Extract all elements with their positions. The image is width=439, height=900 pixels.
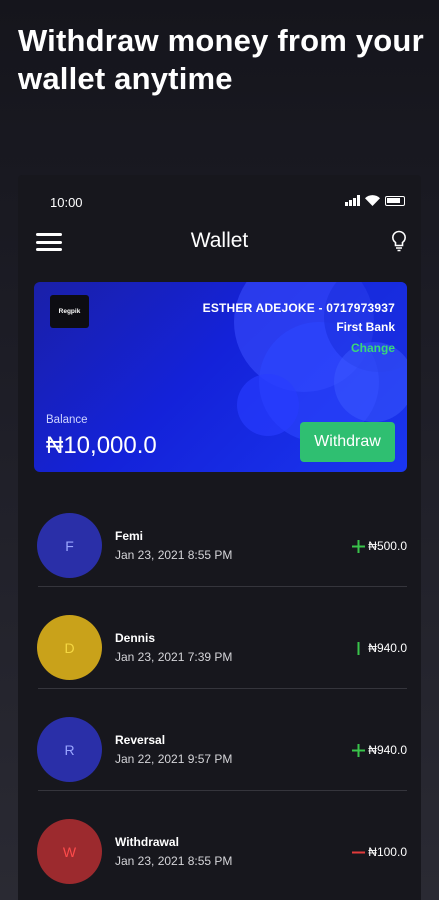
transaction-date: Jan 23, 2021 7:39 PM — [115, 650, 233, 664]
minus-icon — [352, 851, 366, 853]
avatar: R — [37, 717, 102, 782]
withdraw-button[interactable]: Withdraw — [300, 422, 395, 462]
avatar-initial: W — [62, 843, 77, 860]
wifi-icon — [365, 195, 380, 206]
account-holder: ESTHER ADEJOKE - 0717973937 — [202, 301, 395, 315]
change-bank-link[interactable]: Change — [351, 341, 395, 355]
transaction-name: Femi — [115, 529, 144, 543]
status-bar: 10:00 — [18, 175, 421, 227]
balance-label: Balance — [46, 414, 88, 426]
plus-icon — [352, 539, 366, 553]
plus-icon — [352, 743, 366, 757]
transaction-name: Reversal — [115, 733, 166, 747]
avatar-initial: F — [65, 537, 74, 554]
avatar: W — [37, 819, 102, 884]
balance-value: ₦10,000.0 — [46, 432, 157, 459]
list-item[interactable]: D Dennis Jan 23, 2021 7:39 PM ₦940.0 — [18, 589, 421, 689]
page-title: Wallet — [190, 229, 249, 252]
transaction-name: Dennis — [115, 631, 156, 645]
amount-value: ₦940.0 — [368, 743, 407, 757]
transaction-date: Jan 23, 2021 8:55 PM — [115, 854, 233, 868]
phone-screen: 10:00 Wallet Regpik ESTHER ADEJOKE - 071… — [18, 175, 421, 900]
brand-logo: Regpik — [50, 295, 89, 328]
divider — [38, 688, 407, 689]
transaction-amount: ₦940.0 — [352, 743, 407, 757]
list-item[interactable]: F Femi Jan 23, 2021 8:55 PM ₦500.0 — [18, 487, 421, 587]
signal-icon — [345, 195, 360, 206]
battery-icon — [385, 195, 405, 206]
amount-value: ₦940.0 — [368, 641, 407, 655]
transaction-amount: ₦100.0 — [352, 845, 407, 859]
headline: Withdraw money from your wallet anytime — [18, 23, 424, 96]
wallet-card: Regpik ESTHER ADEJOKE - 0717973937 First… — [34, 282, 407, 472]
bank-name: First Bank — [336, 320, 395, 334]
transaction-amount: ₦940.0 — [352, 641, 407, 655]
divider — [38, 586, 407, 587]
bar-icon — [357, 641, 360, 655]
avatar: F — [37, 513, 102, 578]
card-bubble — [237, 374, 299, 436]
transaction-name: Withdrawal — [115, 835, 179, 849]
app-header: Wallet — [18, 225, 421, 259]
status-time: 10:00 — [50, 195, 83, 210]
avatar: D — [37, 615, 102, 680]
amount-value: ₦500.0 — [368, 539, 407, 553]
transaction-amount: ₦500.0 — [352, 539, 407, 553]
status-icons — [345, 195, 405, 206]
list-item[interactable]: R Reversal Jan 22, 2021 9:57 PM ₦940.0 — [18, 691, 421, 791]
amount-value: ₦100.0 — [368, 845, 407, 859]
lightbulb-icon[interactable] — [391, 230, 407, 252]
transaction-date: Jan 23, 2021 8:55 PM — [115, 548, 233, 562]
avatar-initial: R — [64, 741, 75, 758]
list-item[interactable]: W Withdrawal Jan 23, 2021 8:55 PM ₦100.0 — [18, 793, 421, 893]
divider — [38, 790, 407, 791]
avatar-initial: D — [64, 639, 75, 656]
transaction-date: Jan 22, 2021 9:57 PM — [115, 752, 233, 766]
